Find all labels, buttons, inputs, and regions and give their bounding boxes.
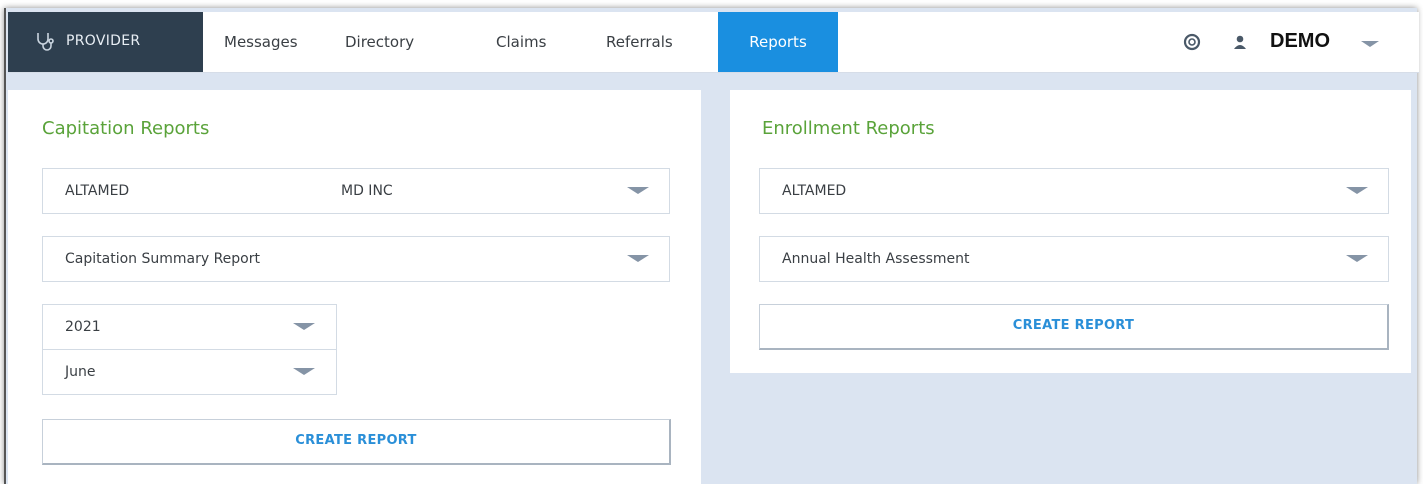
chevron-down-icon — [627, 255, 649, 262]
capitation-report-value: Capitation Summary Report — [65, 251, 260, 267]
nav-messages[interactable]: Messages — [224, 12, 298, 72]
help-lifebuoy-icon[interactable] — [1183, 33, 1201, 51]
nav-claims[interactable]: Claims — [496, 12, 546, 72]
enrollment-create-report-button[interactable]: CREATE REPORT — [759, 304, 1389, 350]
enrollment-report-select[interactable]: Annual Health Assessment — [759, 236, 1389, 282]
year-select[interactable]: 2021 — [42, 304, 337, 350]
brand-home[interactable]: PROVIDER — [8, 12, 203, 72]
capitation-panel: Capitation Reports ALTAMED MD INC Capita… — [8, 90, 701, 484]
enrollment-panel: Enrollment Reports ALTAMED Annual Health… — [730, 90, 1411, 373]
month-select[interactable]: June — [42, 349, 337, 395]
stethoscope-icon — [37, 33, 54, 51]
brand-label: PROVIDER — [66, 33, 141, 49]
enrollment-title: Enrollment Reports — [762, 118, 935, 139]
chevron-down-icon — [1346, 187, 1368, 194]
enrollment-group-select[interactable]: ALTAMED — [759, 168, 1389, 214]
month-value: June — [65, 364, 96, 380]
chevron-down-icon — [1346, 255, 1368, 262]
enrollment-group-value: ALTAMED — [782, 183, 847, 199]
capitation-group-value: ALTAMED — [65, 183, 130, 199]
chevron-down-icon — [293, 368, 315, 375]
capitation-group-value-2: MD INC — [341, 183, 393, 199]
user-menu-chevron-icon[interactable] — [1361, 41, 1379, 47]
top-nav: PROVIDER Messages Directory Claims Refer… — [8, 12, 1419, 73]
capitation-report-select[interactable]: Capitation Summary Report — [42, 236, 670, 282]
chevron-down-icon — [627, 187, 649, 194]
nav-directory[interactable]: Directory — [345, 12, 414, 72]
username[interactable]: DEMO — [1270, 30, 1330, 53]
enrollment-report-value: Annual Health Assessment — [782, 251, 970, 267]
capitation-group-select[interactable]: ALTAMED MD INC — [42, 168, 670, 214]
capitation-create-report-button[interactable]: CREATE REPORT — [42, 419, 671, 465]
nav-referrals[interactable]: Referrals — [606, 12, 673, 72]
chevron-down-icon — [293, 323, 315, 330]
user-icon[interactable] — [1232, 34, 1248, 50]
nav-reports[interactable]: Reports — [718, 12, 838, 72]
year-value: 2021 — [65, 319, 101, 335]
capitation-title: Capitation Reports — [42, 118, 210, 139]
